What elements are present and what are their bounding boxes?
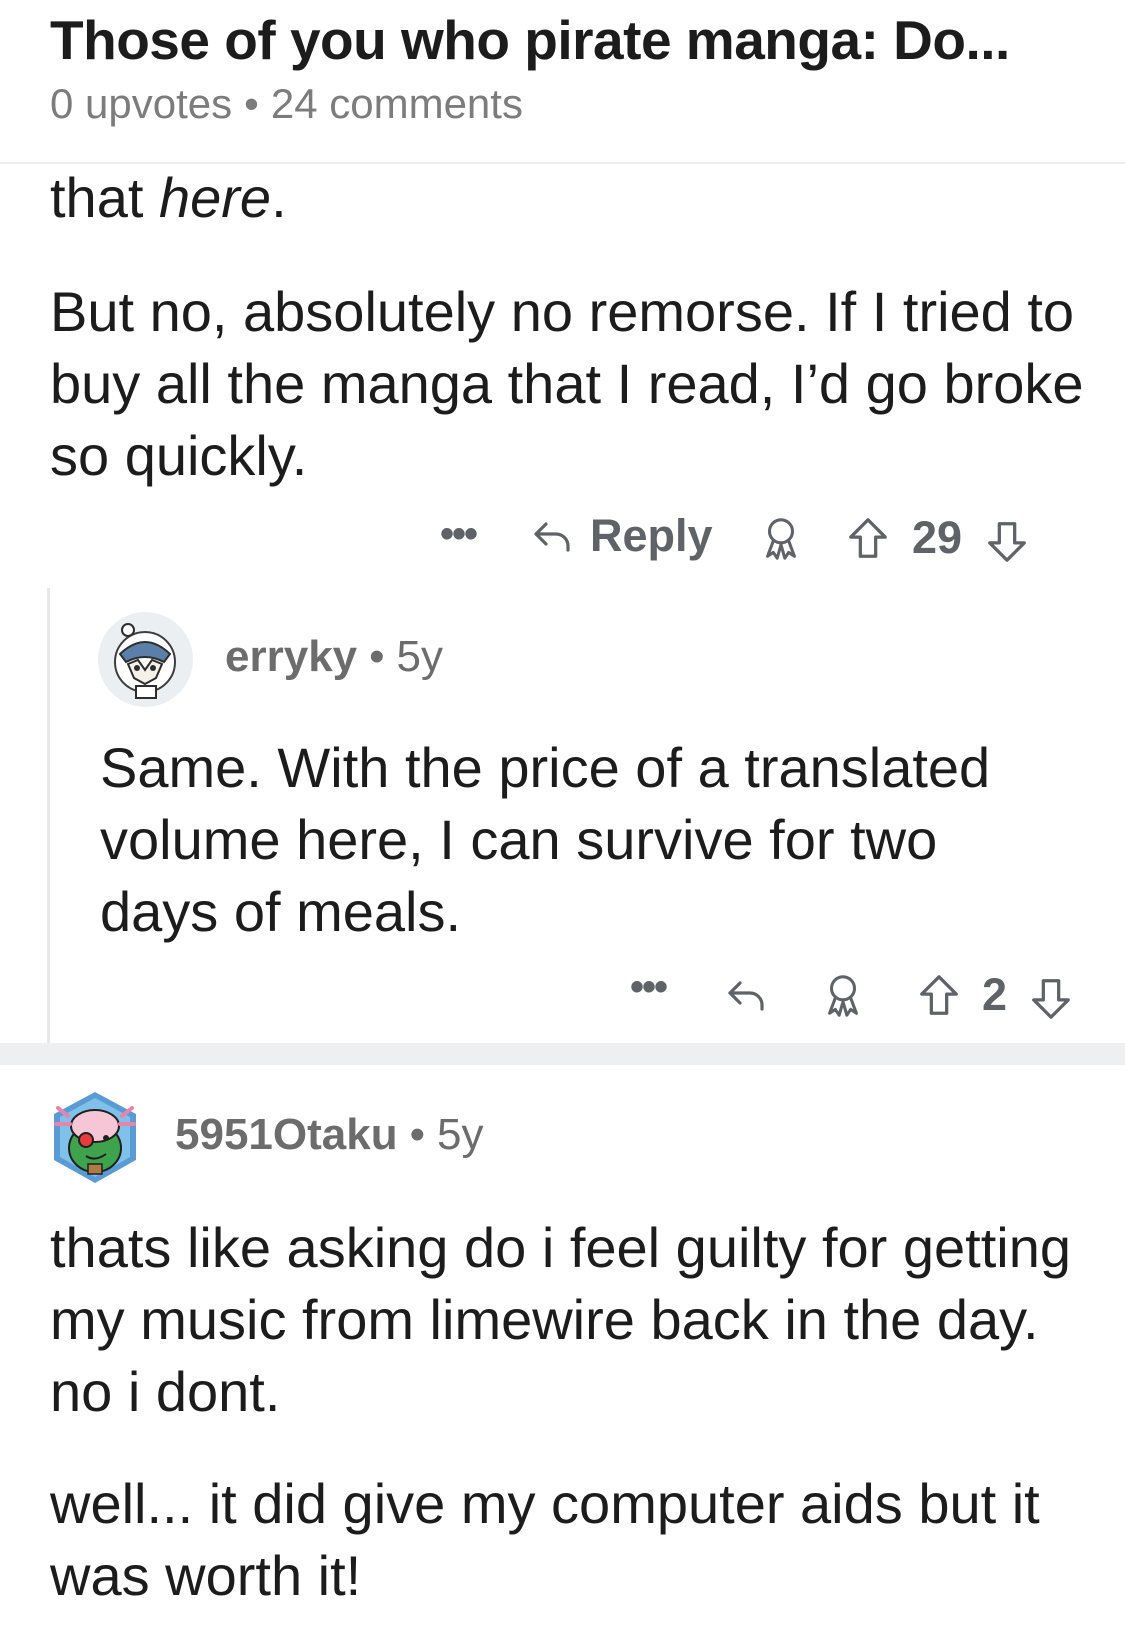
- comment-author: 5951Otaku • 5y: [175, 1110, 483, 1160]
- username[interactable]: erryky: [225, 632, 357, 681]
- comment-actions: ••• Reply 29: [440, 510, 1080, 570]
- meta-dot: •: [409, 1110, 425, 1159]
- meta-dot: •: [244, 80, 259, 127]
- upvote-arrow-icon[interactable]: [845, 514, 891, 564]
- comment-author: erryky • 5y: [225, 632, 443, 682]
- vote-count: 29: [912, 512, 963, 563]
- comment-age: 5y: [436, 1110, 484, 1159]
- post-meta: 0 upvotes • 24 comments: [50, 80, 523, 128]
- downvote-arrow-icon[interactable]: [1028, 973, 1074, 1023]
- comment-paragraph: thats like asking do i feel guilty for g…: [50, 1216, 1072, 1423]
- comment-text: Same. With the price of a translated vol…: [100, 736, 991, 943]
- comment-age: 5y: [396, 632, 444, 681]
- vote-count: 2: [982, 969, 1008, 1020]
- comment-paragraph: But no, absolutely no remorse. If I trie…: [50, 280, 1084, 487]
- comment-separator: [0, 1043, 1125, 1065]
- downvote-arrow-icon[interactable]: [984, 516, 1030, 566]
- reply-arrow-icon[interactable]: [722, 971, 770, 1019]
- comment-text-prefix: that: [50, 166, 159, 229]
- reply-button[interactable]: Reply: [528, 510, 713, 562]
- upvote-count: 0 upvotes: [50, 80, 233, 127]
- comment-paragraph: well... it did give my computer aids but…: [50, 1472, 1040, 1607]
- avatar[interactable]: [48, 1090, 143, 1185]
- reply-label: Reply: [590, 510, 713, 561]
- meta-dot: •: [369, 632, 385, 681]
- award-icon[interactable]: [820, 971, 866, 1021]
- award-icon[interactable]: [758, 514, 804, 564]
- avatar[interactable]: [98, 612, 193, 707]
- reply-arrow-icon: [534, 522, 570, 552]
- comment-count: 24 comments: [270, 80, 523, 127]
- more-options-icon[interactable]: •••: [440, 512, 478, 557]
- comment-text-suffix: .: [271, 166, 287, 229]
- upvote-arrow-icon[interactable]: [916, 971, 962, 1021]
- post-header: Those of you who pirate manga: Do... 0 u…: [0, 0, 1125, 164]
- comment-text: that here.: [50, 162, 287, 234]
- more-options-icon[interactable]: •••: [630, 965, 668, 1010]
- comment-actions: ••• 2: [630, 965, 1080, 1025]
- comment-text-italic: here: [158, 166, 272, 229]
- thread-line[interactable]: [47, 588, 50, 1043]
- username[interactable]: 5951Otaku: [175, 1110, 398, 1159]
- post-title[interactable]: Those of you who pirate manga: Do...: [50, 8, 1010, 72]
